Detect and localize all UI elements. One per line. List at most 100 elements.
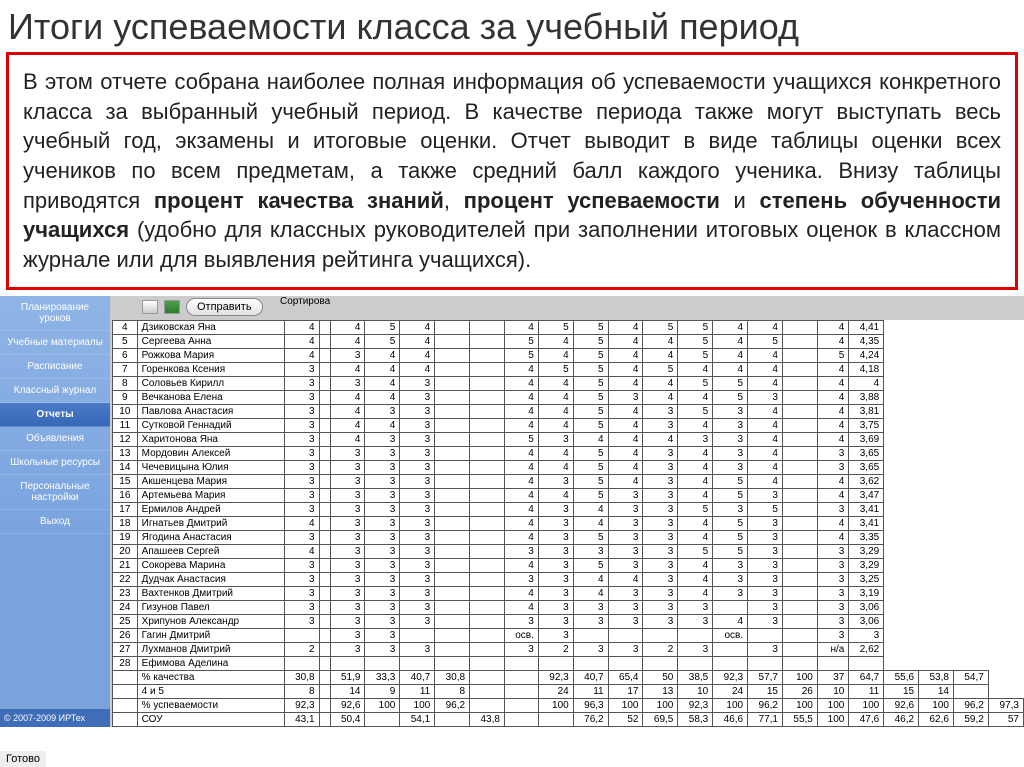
summary-cell: 40,7: [573, 670, 608, 684]
grade-cell: [817, 656, 848, 670]
grade-cell: 4: [608, 320, 643, 334]
grade-cell: 4,41: [849, 320, 884, 334]
grade-cell: 3: [400, 376, 435, 390]
grade-cell: [782, 642, 817, 656]
summary-cell: 17: [608, 684, 643, 698]
grade-cell: 3: [284, 502, 319, 516]
grade-cell: 3: [748, 390, 783, 404]
sidebar-item-journal[interactable]: Классный журнал: [0, 379, 110, 403]
table-row: 10Павлова Анастасия34334454353443,81: [113, 404, 1024, 418]
sidebar-item-planning[interactable]: Планирование уроков: [0, 296, 110, 331]
grade-cell: [470, 390, 505, 404]
grade-cell: 4: [365, 376, 400, 390]
grade-cell: 4: [504, 488, 538, 502]
grade-cell: 3: [504, 642, 538, 656]
grade-cell: [470, 572, 505, 586]
grade-cell: [435, 348, 470, 362]
summary-row: 4 и 58149118241117131024152610111514: [113, 684, 1024, 698]
grade-cell: 4: [504, 376, 538, 390]
grade-cell: [319, 530, 330, 544]
grade-cell: 3: [284, 488, 319, 502]
summary-cell: 8: [284, 684, 319, 698]
summary-cell: 50,4: [330, 712, 365, 726]
desc-text-b: (удобно для классных руководителей при з…: [23, 217, 1001, 272]
grade-cell: 3: [748, 530, 783, 544]
sidebar-item-exit[interactable]: Выход: [0, 510, 110, 534]
sidebar-item-settings[interactable]: Персональные настройки: [0, 475, 110, 510]
grade-cell: 3: [400, 530, 435, 544]
grade-cell: 3: [284, 418, 319, 432]
grade-cell: 3: [330, 628, 365, 642]
sidebar-item-materials[interactable]: Учебные материалы: [0, 331, 110, 355]
grade-cell: [504, 656, 538, 670]
grade-cell: 5: [573, 376, 608, 390]
grade-cell: 3: [365, 432, 400, 446]
sidebar-item-resources[interactable]: Школьные ресурсы: [0, 451, 110, 475]
grade-cell: 4: [284, 544, 319, 558]
grade-cell: 3: [643, 572, 678, 586]
print-icon[interactable]: [142, 300, 158, 314]
summary-cell: 15: [748, 684, 783, 698]
grade-cell: [470, 432, 505, 446]
grade-cell: 4: [284, 348, 319, 362]
grade-cell: [748, 628, 783, 642]
table-row: 21Сокорева Марина33334353343333,29: [113, 558, 1024, 572]
row-index: 10: [113, 404, 138, 418]
summary-cell: 37: [817, 670, 848, 684]
grade-cell: 3: [365, 446, 400, 460]
grade-cell: 4: [504, 516, 538, 530]
grade-cell: [319, 586, 330, 600]
grade-cell: 3: [330, 516, 365, 530]
grade-cell: 4: [678, 418, 713, 432]
grade-cell: 4: [504, 600, 538, 614]
row-index: 6: [113, 348, 138, 362]
summary-cell: [319, 670, 330, 684]
grade-cell: 3: [713, 432, 748, 446]
summary-cell: 53,8: [919, 670, 954, 684]
grade-cell: 3: [330, 348, 365, 362]
summary-cell: [538, 712, 573, 726]
grade-cell: 4: [504, 502, 538, 516]
grade-cell: 3: [713, 558, 748, 572]
grade-cell: 3,29: [849, 558, 884, 572]
grade-cell: 5: [365, 320, 400, 334]
grade-cell: 3: [330, 642, 365, 656]
content-area: Сортирова Отправить 4Дзиковская Яна44544…: [110, 296, 1024, 727]
grade-cell: 3: [400, 404, 435, 418]
grade-cell: 4: [678, 516, 713, 530]
description-box: В этом отчете собрана наиболее полная ин…: [6, 52, 1018, 290]
summary-cell: [504, 712, 538, 726]
grade-cell: 4: [643, 348, 678, 362]
grade-cell: [470, 586, 505, 600]
grade-cell: 3: [400, 572, 435, 586]
student-name: Сергеева Анна: [137, 334, 284, 348]
grade-cell: 4: [504, 404, 538, 418]
summary-cell: 96,2: [953, 698, 988, 712]
grade-cell: 3: [713, 572, 748, 586]
grade-cell: 4: [608, 474, 643, 488]
grade-cell: 5: [713, 390, 748, 404]
grade-cell: 4: [748, 404, 783, 418]
grade-cell: 3: [748, 558, 783, 572]
grade-cell: 4: [504, 362, 538, 376]
summary-cell: [319, 712, 330, 726]
sidebar-item-schedule[interactable]: Расписание: [0, 355, 110, 379]
grade-cell: [470, 488, 505, 502]
grade-cell: [365, 656, 400, 670]
send-button[interactable]: Отправить: [186, 298, 263, 316]
student-name: Гизунов Павел: [137, 600, 284, 614]
grade-cell: 4: [330, 320, 365, 334]
grade-cell: 4: [608, 376, 643, 390]
grade-cell: 4,18: [849, 362, 884, 376]
grade-cell: 3: [643, 404, 678, 418]
excel-icon[interactable]: [164, 300, 180, 314]
sidebar-item-reports[interactable]: Отчеты: [0, 403, 110, 427]
sidebar-item-announcements[interactable]: Объявления: [0, 427, 110, 451]
grade-cell: 3: [538, 474, 573, 488]
grade-cell: 5: [713, 516, 748, 530]
grade-cell: [470, 656, 505, 670]
grade-cell: 3: [538, 432, 573, 446]
summary-cell: 52: [608, 712, 643, 726]
grade-cell: [782, 600, 817, 614]
grade-cell: [782, 418, 817, 432]
